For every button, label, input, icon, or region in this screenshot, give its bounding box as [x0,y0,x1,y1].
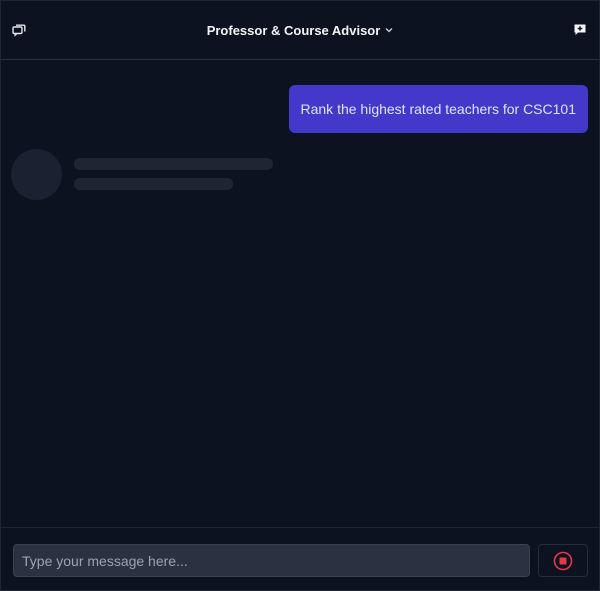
message-list: Rank the highest rated teachers for CSC1… [1,61,599,527]
chat-window: Professor & Course Advisor Rank the high… [0,0,600,591]
loading-line-secondary [74,178,233,190]
chat-history-button[interactable] [10,21,28,39]
assistant-selector[interactable]: Professor & Course Advisor [207,23,394,38]
page-title: Professor & Course Advisor [206,22,381,38]
chat-history-icon [12,24,26,37]
stop-icon [553,551,573,570]
assistant-avatar-placeholder [11,149,62,200]
stop-generation-button[interactable] [538,544,588,577]
chevron-down-icon [385,28,393,33]
new-chat-button[interactable] [571,21,589,39]
composer-bar [1,527,599,591]
loading-line-primary [74,158,273,170]
message-input[interactable] [13,544,530,577]
header-bar: Professor & Course Advisor [1,1,599,60]
new-chat-icon [574,24,586,35]
user-message-bubble: Rank the highest rated teachers for CSC1… [288,85,588,133]
